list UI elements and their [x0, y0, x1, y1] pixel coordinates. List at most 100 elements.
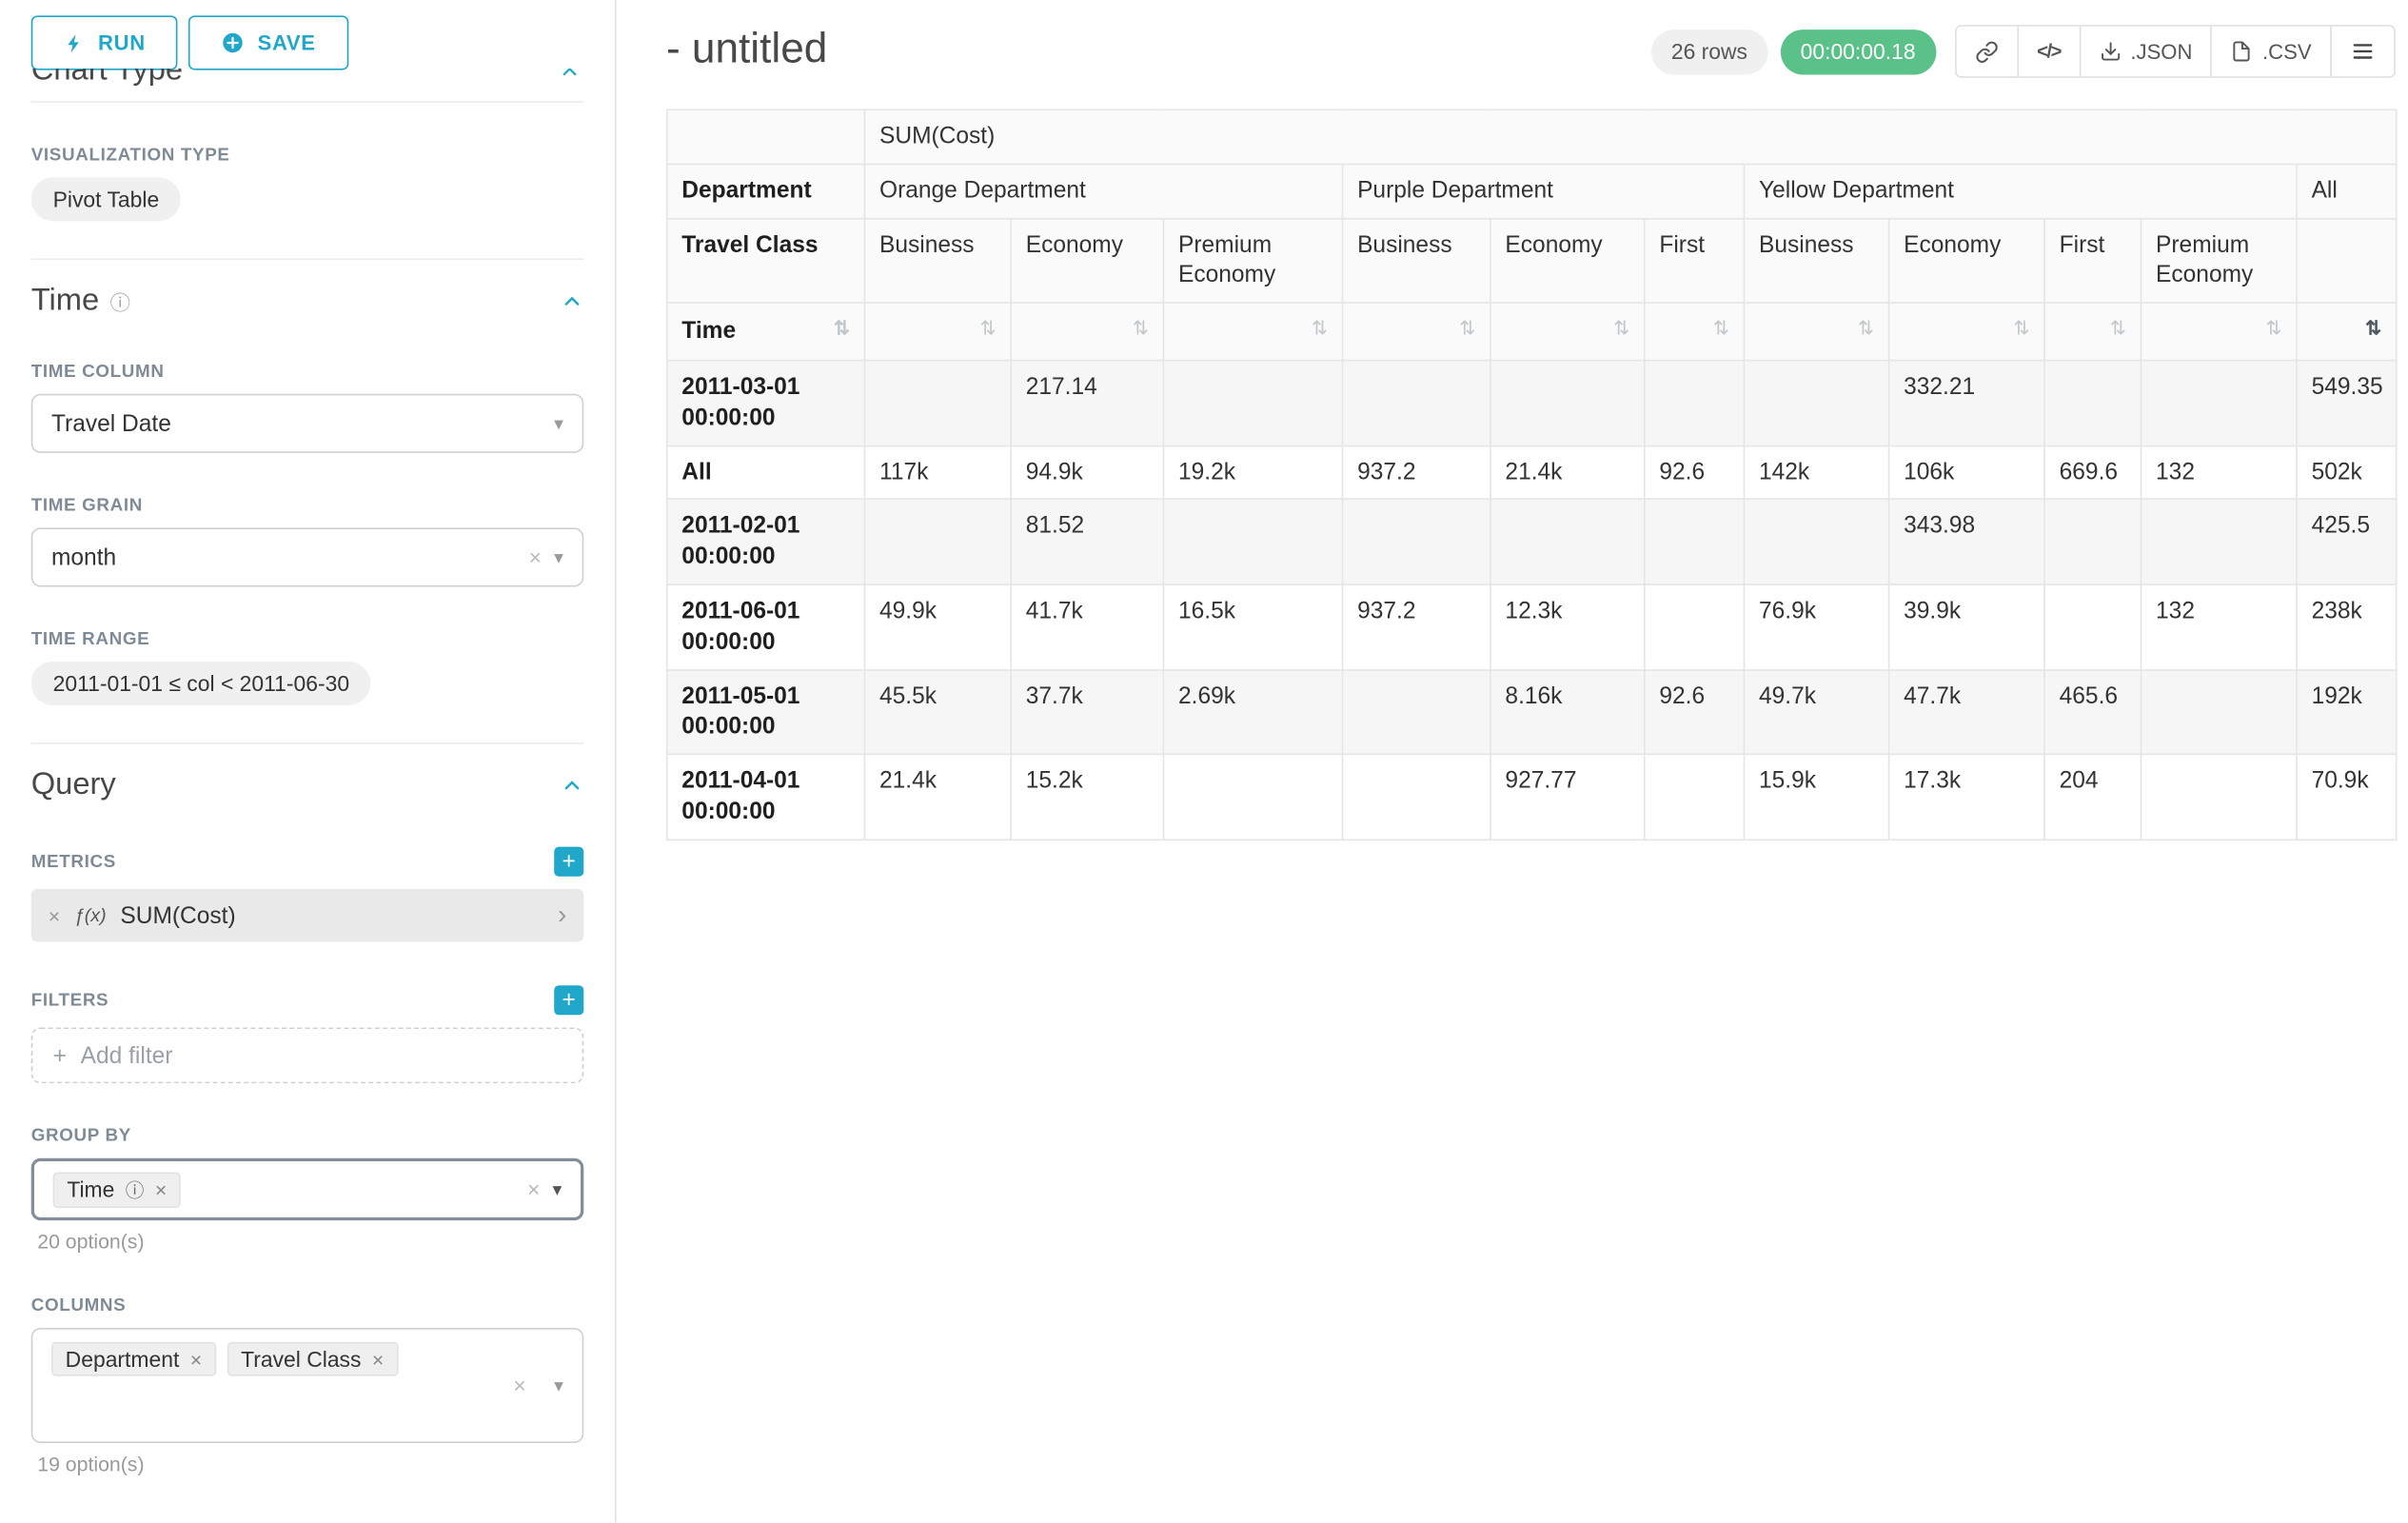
sort-icon[interactable]: ⇅	[1133, 316, 1149, 342]
value-cell	[2044, 584, 2141, 669]
save-button[interactable]: SAVE	[189, 15, 348, 69]
sort-descending-icon[interactable]: ⇅	[2365, 316, 2381, 342]
sort-header-cell[interactable]: ⇅	[2141, 303, 2297, 360]
query-section-title: Query	[31, 767, 116, 803]
column-header-cell: Business	[864, 218, 1011, 303]
query-section-header[interactable]: Query	[31, 767, 584, 803]
pivot-corner-cell	[667, 109, 865, 164]
value-cell: 332.21	[1889, 361, 2045, 445]
sort-icon[interactable]: ⇅	[2110, 316, 2126, 342]
add-filter-label: Add filter	[81, 1042, 173, 1069]
value-cell: 12.3k	[1490, 584, 1645, 669]
chevron-down-icon[interactable]: ▾	[553, 1178, 563, 1200]
chevron-down-icon[interactable]: ▾	[554, 1375, 563, 1396]
sort-header-cell[interactable]: ⇅	[1343, 303, 1490, 360]
export-json-button[interactable]: .JSON	[2079, 25, 2212, 78]
chevron-up-icon[interactable]	[561, 774, 584, 798]
export-json-label: .JSON	[2130, 40, 2192, 64]
chevron-down-icon[interactable]: ▾	[554, 546, 563, 568]
clear-icon[interactable]: ×	[513, 1373, 525, 1397]
value-cell	[1645, 755, 1745, 840]
time-header-cell[interactable]: Time⇅	[667, 303, 865, 360]
sort-icon[interactable]: ⇅	[834, 316, 850, 342]
column-header-cell	[2297, 218, 2397, 303]
time-section-header[interactable]: Time ⓘ	[31, 284, 584, 320]
sort-icon[interactable]: ⇅	[980, 316, 997, 342]
value-cell: 117k	[864, 445, 1011, 500]
chart-type-section-header[interactable]: Chart Type	[31, 69, 584, 92]
add-filter-plus-button[interactable]: +	[554, 985, 583, 1015]
value-cell	[2141, 669, 2297, 754]
metric-item[interactable]: × ƒ(x) SUM(Cost) ›	[31, 889, 584, 942]
remove-metric-icon[interactable]: ×	[49, 903, 60, 927]
sort-header-cell[interactable]: ⇅	[1011, 303, 1163, 360]
run-button[interactable]: RUN	[31, 15, 178, 69]
sort-icon[interactable]: ⇅	[1312, 316, 1328, 342]
value-cell: 465.6	[2044, 669, 2141, 754]
add-metric-button[interactable]: +	[554, 847, 583, 877]
group-by-select[interactable]: Time ⓘ × × ▾	[31, 1158, 584, 1220]
columns-select[interactable]: Department × Travel Class × × ▾	[31, 1328, 584, 1443]
value-cell	[864, 361, 1011, 445]
more-options-button[interactable]	[2330, 25, 2396, 78]
code-icon: </>	[2037, 41, 2061, 63]
sort-header-cell[interactable]: ⇅	[864, 303, 1011, 360]
group-header-cell: Purple Department	[1343, 164, 1745, 218]
value-cell: 49.9k	[864, 584, 1011, 669]
sort-icon[interactable]: ⇅	[2265, 316, 2281, 342]
sort-icon[interactable]: ⇅	[1713, 316, 1729, 342]
value-cell	[1645, 361, 1745, 445]
row-label-cell: 2011-04-01 00:00:00	[667, 755, 865, 840]
columns-tag: Travel Class ×	[227, 1342, 398, 1376]
pivot-data-row: 2011-03-01 00:00:00217.14332.21549.35	[667, 361, 2397, 445]
time-grain-label: TIME GRAIN	[31, 497, 584, 516]
control-panel-scroll[interactable]: Chart Type VISUALIZATION TYPE Pivot Tabl…	[0, 69, 615, 1475]
sort-icon[interactable]: ⇅	[1613, 316, 1629, 342]
remove-tag-icon[interactable]: ×	[190, 1347, 202, 1371]
sort-header-cell[interactable]: ⇅	[1889, 303, 2045, 360]
time-grain-value: month	[51, 544, 116, 571]
column-header-cell: Economy	[1490, 218, 1645, 303]
sort-header-cell[interactable]: ⇅	[1163, 303, 1342, 360]
group-by-options-hint: 20 option(s)	[37, 1230, 583, 1254]
sort-icon[interactable]: ⇅	[1858, 316, 1874, 342]
chevron-up-icon[interactable]	[559, 69, 581, 83]
copy-link-button[interactable]	[1954, 25, 2018, 78]
value-cell: 92.6	[1645, 669, 1745, 754]
view-query-button[interactable]: </>	[2017, 25, 2081, 78]
remove-tag-icon[interactable]: ×	[372, 1347, 384, 1371]
sort-header-cell[interactable]: ⇅	[1490, 303, 1645, 360]
sort-header-cell[interactable]: ⇅	[1744, 303, 1888, 360]
time-column-select[interactable]: Travel Date ▾	[31, 394, 584, 453]
chevron-up-icon[interactable]	[561, 289, 584, 313]
sort-header-cell[interactable]: ⇅	[2044, 303, 2141, 360]
time-range-pill[interactable]: 2011-01-01 ≤ col < 2011-06-30	[31, 662, 371, 705]
sort-icon[interactable]: ⇅	[2013, 316, 2029, 342]
pivot-table: SUM(Cost)DepartmentOrange DepartmentPurp…	[666, 109, 2398, 840]
query-actions: RUN SAVE	[0, 0, 615, 70]
menu-icon	[2350, 39, 2375, 64]
metric-name: SUM(Cost)	[120, 902, 235, 929]
sort-header-cell[interactable]: ⇅	[2297, 303, 2397, 360]
chevron-right-icon[interactable]: ›	[558, 900, 566, 931]
value-cell: 106k	[1889, 445, 2045, 500]
sort-header-cell[interactable]: ⇅	[1645, 303, 1745, 360]
sort-icon[interactable]: ⇅	[1459, 316, 1475, 342]
value-cell: 217.14	[1011, 361, 1163, 445]
row-label-cell: 2011-02-01 00:00:00	[667, 500, 865, 584]
export-csv-button[interactable]: .CSV	[2211, 25, 2332, 78]
time-section-title: Time	[31, 284, 99, 320]
remove-tag-icon[interactable]: ×	[155, 1177, 167, 1201]
chevron-down-icon[interactable]: ▾	[554, 412, 563, 434]
pivot-data-row: All117k94.9k19.2k937.221.4k92.6142k106k6…	[667, 445, 2397, 500]
value-cell: 937.2	[1343, 584, 1490, 669]
clear-icon[interactable]: ×	[529, 544, 542, 569]
chart-title[interactable]: - untitled	[666, 25, 827, 73]
value-cell	[2141, 361, 2297, 445]
time-grain-select[interactable]: month × ▾	[31, 527, 584, 586]
value-cell: 204	[2044, 755, 2141, 840]
clear-icon[interactable]: ×	[527, 1177, 540, 1201]
visualization-type-pill[interactable]: Pivot Table	[31, 177, 181, 221]
add-filter-button[interactable]: + Add filter	[31, 1027, 584, 1083]
value-cell: 927.77	[1490, 755, 1645, 840]
